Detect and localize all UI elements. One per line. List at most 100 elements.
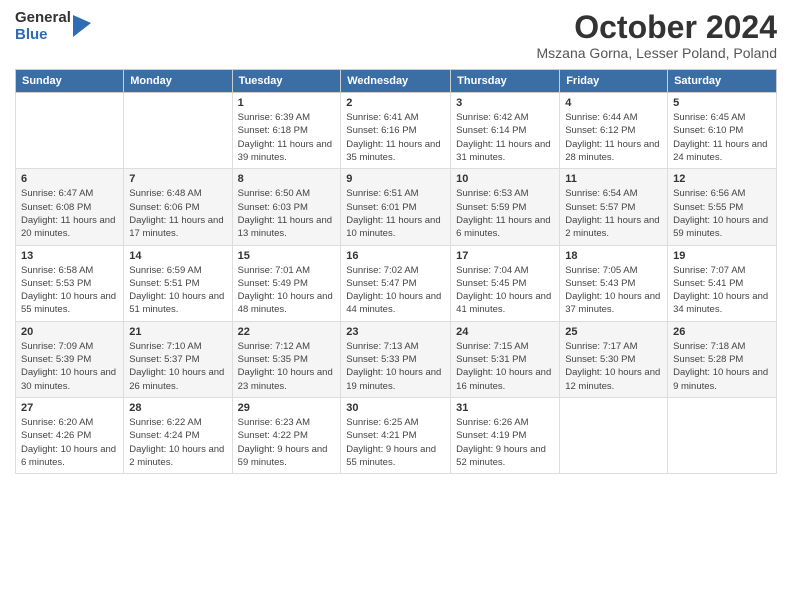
calendar-table: Sunday Monday Tuesday Wednesday Thursday… [15,69,777,474]
sunset-text: Sunset: 6:01 PM [346,201,445,214]
day-info: Sunrise: 6:56 AMSunset: 5:55 PMDaylight:… [673,187,771,240]
day-info: Sunrise: 6:50 AMSunset: 6:03 PMDaylight:… [238,187,336,240]
sunrise-text: Sunrise: 6:56 AM [673,187,771,200]
sunset-text: Sunset: 6:14 PM [456,124,554,137]
sunrise-text: Sunrise: 6:20 AM [21,416,118,429]
day-number: 17 [456,250,554,262]
day-number: 5 [673,97,771,109]
calendar-cell-3-4: 24Sunrise: 7:15 AMSunset: 5:31 PMDayligh… [451,321,560,397]
day-number: 19 [673,250,771,262]
day-info: Sunrise: 6:53 AMSunset: 5:59 PMDaylight:… [456,187,554,240]
day-number: 29 [238,402,336,414]
calendar-cell-0-0 [16,93,124,169]
calendar-cell-1-5: 11 Sunrise: 6:54 AMSunset: 5:57 PMDayligh… [560,169,668,245]
daylight-text: Daylight: 11 hours and 6 minutes. [456,214,554,241]
day-info: Sunrise: 6:22 AMSunset: 4:24 PMDaylight:… [129,416,226,469]
header-saturday: Saturday [668,70,777,93]
day-number: 28 [129,402,226,414]
day-info: Sunrise: 6:54 AMSunset: 5:57 PMDaylight:… [565,187,662,240]
location-subtitle: Mszana Gorna, Lesser Poland, Poland [537,45,777,61]
daylight-text: Daylight: 10 hours and 12 minutes. [565,366,662,393]
daylight-text: Daylight: 11 hours and 10 minutes. [346,214,445,241]
sunset-text: Sunset: 6:10 PM [673,124,771,137]
header-thursday: Thursday [451,70,560,93]
page: General Blue October 2024 Mszana Gorna, … [0,0,792,612]
day-info: Sunrise: 6:51 AMSunset: 6:01 PMDaylight:… [346,187,445,240]
sunrise-text: Sunrise: 7:05 AM [565,264,662,277]
calendar-cell-0-3: 2Sunrise: 6:41 AMSunset: 6:16 PMDaylight… [341,93,451,169]
daylight-text: Daylight: 11 hours and 13 minutes. [238,214,336,241]
daylight-text: Daylight: 10 hours and 19 minutes. [346,366,445,393]
sunrise-text: Sunrise: 6:48 AM [129,187,226,200]
day-number: 16 [346,250,445,262]
day-info: Sunrise: 6:42 AMSunset: 6:14 PMDaylight:… [456,111,554,164]
header-tuesday: Tuesday [232,70,341,93]
day-number: 27 [21,402,118,414]
day-number: 26 [673,326,771,338]
day-info: Sunrise: 6:20 AMSunset: 4:26 PMDaylight:… [21,416,118,469]
calendar-cell-3-1: 21Sunrise: 7:10 AMSunset: 5:37 PMDayligh… [124,321,232,397]
sunset-text: Sunset: 5:53 PM [21,277,118,290]
day-info: Sunrise: 6:23 AMSunset: 4:22 PMDaylight:… [238,416,336,469]
sunset-text: Sunset: 5:57 PM [565,201,662,214]
sunrise-text: Sunrise: 6:50 AM [238,187,336,200]
daylight-text: Daylight: 11 hours and 20 minutes. [21,214,118,241]
sunset-text: Sunset: 5:41 PM [673,277,771,290]
daylight-text: Daylight: 10 hours and 37 minutes. [565,290,662,317]
calendar-cell-0-1 [124,93,232,169]
calendar-cell-3-2: 22Sunrise: 7:12 AMSunset: 5:35 PMDayligh… [232,321,341,397]
sunrise-text: Sunrise: 7:02 AM [346,264,445,277]
sunset-text: Sunset: 4:19 PM [456,429,554,442]
day-number: 21 [129,326,226,338]
day-info: Sunrise: 6:44 AMSunset: 6:12 PMDaylight:… [565,111,662,164]
sunset-text: Sunset: 4:21 PM [346,429,445,442]
sunset-text: Sunset: 6:12 PM [565,124,662,137]
weekday-header-row: Sunday Monday Tuesday Wednesday Thursday… [16,70,777,93]
daylight-text: Daylight: 10 hours and 30 minutes. [21,366,118,393]
day-info: Sunrise: 6:26 AMSunset: 4:19 PMDaylight:… [456,416,554,469]
header-sunday: Sunday [16,70,124,93]
calendar-cell-3-3: 23Sunrise: 7:13 AMSunset: 5:33 PMDayligh… [341,321,451,397]
sunset-text: Sunset: 6:03 PM [238,201,336,214]
day-info: Sunrise: 7:09 AMSunset: 5:39 PMDaylight:… [21,340,118,393]
day-number: 3 [456,97,554,109]
calendar-cell-0-4: 3 Sunrise: 6:42 AMSunset: 6:14 PMDaylight… [451,93,560,169]
sunrise-text: Sunrise: 6:58 AM [21,264,118,277]
sunset-text: Sunset: 5:39 PM [21,353,118,366]
day-info: Sunrise: 6:45 AMSunset: 6:10 PMDaylight:… [673,111,771,164]
calendar-cell-2-6: 19Sunrise: 7:07 AMSunset: 5:41 PMDayligh… [668,245,777,321]
calendar-cell-0-2: 1Sunrise: 6:39 AMSunset: 6:18 PMDaylight… [232,93,341,169]
daylight-text: Daylight: 10 hours and 6 minutes. [21,443,118,470]
sunset-text: Sunset: 4:26 PM [21,429,118,442]
calendar-cell-4-1: 28 Sunrise: 6:22 AMSunset: 4:24 PMDayligh… [124,397,232,473]
sunrise-text: Sunrise: 7:13 AM [346,340,445,353]
sunrise-text: Sunrise: 6:41 AM [346,111,445,124]
day-number: 15 [238,250,336,262]
daylight-text: Daylight: 11 hours and 31 minutes. [456,138,554,165]
daylight-text: Daylight: 11 hours and 17 minutes. [129,214,226,241]
sunset-text: Sunset: 5:37 PM [129,353,226,366]
daylight-text: Daylight: 10 hours and 44 minutes. [346,290,445,317]
day-number: 23 [346,326,445,338]
daylight-text: Daylight: 10 hours and 26 minutes. [129,366,226,393]
day-number: 24 [456,326,554,338]
day-number: 20 [21,326,118,338]
sunrise-text: Sunrise: 7:18 AM [673,340,771,353]
sunrise-text: Sunrise: 6:42 AM [456,111,554,124]
calendar-cell-1-2: 8Sunrise: 6:50 AMSunset: 6:03 PMDaylight… [232,169,341,245]
sunrise-text: Sunrise: 6:22 AM [129,416,226,429]
day-number: 2 [346,97,445,109]
daylight-text: Daylight: 10 hours and 9 minutes. [673,366,771,393]
sunrise-text: Sunrise: 6:44 AM [565,111,662,124]
calendar-cell-4-6 [668,397,777,473]
calendar-cell-2-3: 16Sunrise: 7:02 AMSunset: 5:47 PMDayligh… [341,245,451,321]
day-info: Sunrise: 6:25 AMSunset: 4:21 PMDaylight:… [346,416,445,469]
calendar-cell-0-5: 4Sunrise: 6:44 AMSunset: 6:12 PMDaylight… [560,93,668,169]
daylight-text: Daylight: 11 hours and 35 minutes. [346,138,445,165]
calendar-cell-4-2: 29 Sunrise: 6:23 AMSunset: 4:22 PMDayligh… [232,397,341,473]
day-info: Sunrise: 6:47 AMSunset: 6:08 PMDaylight:… [21,187,118,240]
day-number: 13 [21,250,118,262]
sunrise-text: Sunrise: 6:59 AM [129,264,226,277]
logo: General Blue [15,10,91,43]
day-number: 11 [565,173,662,185]
